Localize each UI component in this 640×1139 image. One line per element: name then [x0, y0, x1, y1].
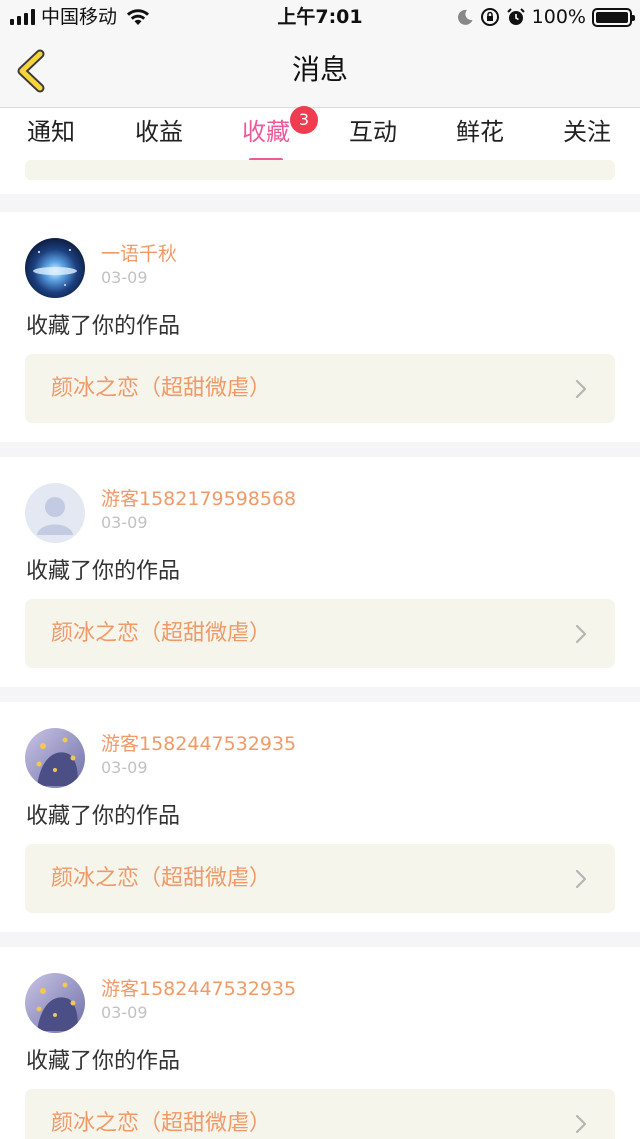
action-text: 收藏了你的作品	[26, 314, 181, 339]
tab-label: 互动	[349, 118, 397, 146]
avatar[interactable]	[25, 238, 85, 298]
work-card[interactable]: 颜冰之恋（超甜微虐）	[25, 1089, 615, 1139]
galaxy-avatar-icon	[25, 238, 85, 298]
user-name[interactable]: 游客1582447532935	[101, 732, 296, 756]
user-name[interactable]: 游客1582447532935	[101, 977, 296, 1001]
status-right: 100%	[456, 6, 635, 28]
chevron-right-icon	[575, 624, 587, 644]
list-item: 游客1582447532935 03-09 收藏了你的作品 颜冰之恋（超甜微虐）	[0, 947, 640, 1139]
unread-badge: 3	[290, 106, 318, 134]
avatar[interactable]	[25, 483, 85, 543]
work-card[interactable]: 颜冰之恋（超甜微虐）	[25, 354, 615, 423]
item-date: 03-09	[101, 1003, 148, 1022]
tab-label: 收益	[135, 118, 183, 146]
work-card[interactable]: 颜冰之恋（超甜微虐）	[25, 844, 615, 913]
user-name[interactable]: 一语千秋	[101, 242, 177, 266]
battery-icon	[592, 7, 635, 27]
tab-interaction[interactable]: 互动	[347, 116, 399, 162]
work-title: 颜冰之恋（超甜微虐）	[51, 866, 272, 891]
chevron-right-icon	[575, 379, 587, 399]
tab-label: 关注	[563, 118, 611, 146]
illustration-avatar-icon	[25, 973, 85, 1033]
rotation-lock-icon	[480, 8, 499, 26]
avatar[interactable]	[25, 973, 85, 1033]
list-item: 一语千秋 03-09 收藏了你的作品 颜冰之恋（超甜微虐）	[0, 212, 640, 442]
chevron-left-icon	[17, 49, 45, 93]
tab-bar: 通知 收益 收藏 3 互动 鲜花 关注	[0, 106, 640, 164]
tab-flowers[interactable]: 鲜花	[454, 116, 506, 162]
tab-follow[interactable]: 关注	[561, 116, 613, 162]
back-button[interactable]	[10, 48, 56, 94]
illustration-avatar-icon	[25, 728, 85, 788]
page-title: 消息	[291, 53, 348, 86]
item-date: 03-09	[101, 758, 148, 777]
alarm-icon	[506, 8, 525, 25]
chevron-right-icon	[575, 1114, 587, 1134]
chevron-right-icon	[575, 869, 587, 889]
tab-label: 通知	[27, 118, 75, 146]
user-name[interactable]: 游客1582179598568	[101, 487, 296, 511]
tab-label: 收藏	[242, 118, 290, 146]
item-date: 03-09	[101, 268, 148, 287]
list-item: 游客1582179598568 03-09 收藏了你的作品 颜冰之恋（超甜微虐）	[0, 457, 640, 687]
avatar[interactable]	[25, 728, 85, 788]
tab-earnings[interactable]: 收益	[133, 116, 185, 162]
tab-notice[interactable]: 通知	[25, 116, 77, 162]
list-item: 游客1582447532935 03-09 收藏了你的作品 颜冰之恋（超甜微虐）	[0, 702, 640, 932]
work-title: 颜冰之恋（超甜微虐）	[51, 1111, 272, 1136]
tab-label: 鲜花	[456, 118, 504, 146]
action-text: 收藏了你的作品	[26, 804, 181, 829]
item-date: 03-09	[101, 513, 148, 532]
action-text: 收藏了你的作品	[26, 559, 181, 584]
work-card-partial[interactable]	[25, 160, 615, 180]
list-item-partial	[0, 160, 640, 194]
battery-percent: 100%	[531, 6, 586, 28]
action-text: 收藏了你的作品	[26, 1049, 181, 1074]
tab-favorites[interactable]: 收藏 3	[240, 106, 318, 162]
work-card[interactable]: 颜冰之恋（超甜微虐）	[25, 599, 615, 668]
work-title: 颜冰之恋（超甜微虐）	[51, 621, 272, 646]
status-bar: 中国移动 上午7:01 100%	[0, 0, 640, 34]
nav-bar: 消息	[0, 34, 640, 108]
moon-icon	[457, 9, 473, 25]
default-user-avatar-icon	[25, 483, 85, 543]
work-title: 颜冰之恋（超甜微虐）	[51, 376, 272, 401]
